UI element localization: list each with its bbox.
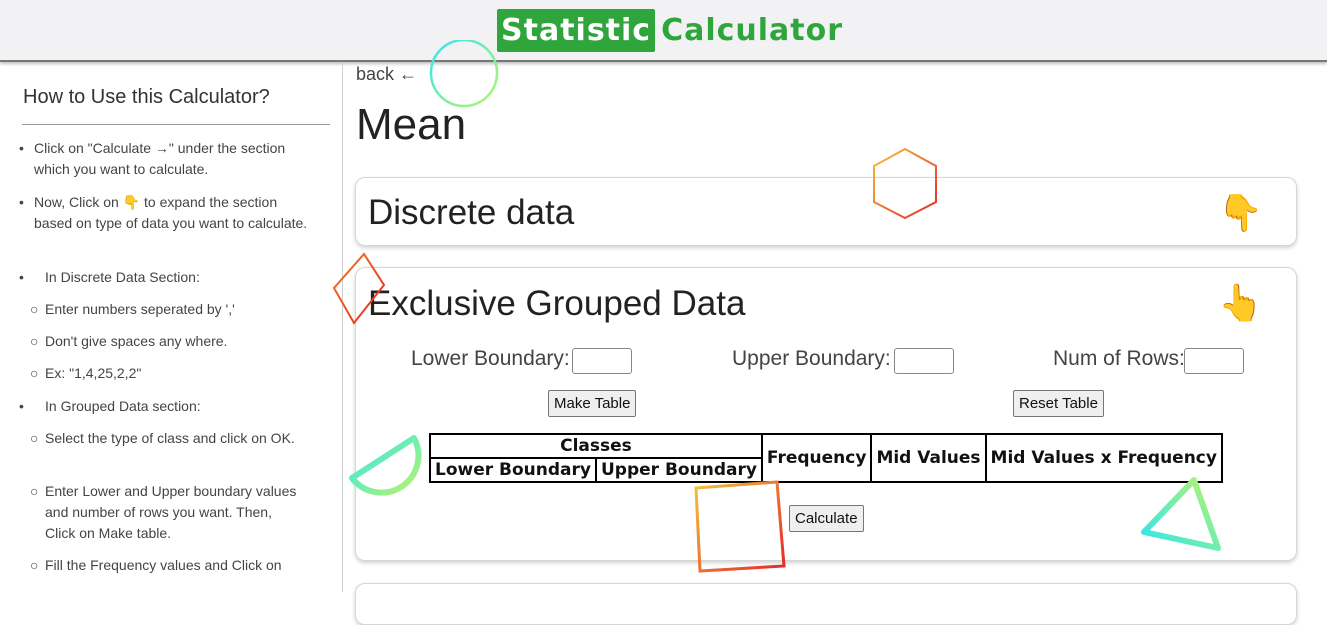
num-rows-label: Num of Rows: (1053, 347, 1185, 370)
frequency-table: Classes Frequency Mid Values Mid Values … (429, 433, 1223, 483)
calculate-button[interactable]: Calculate (789, 505, 864, 532)
sidebar-divider (22, 124, 330, 125)
decorative-diamond-shape (332, 252, 386, 325)
header: Statistic Calculator (0, 0, 1327, 62)
decorative-circle-shape (429, 40, 499, 108)
site-logo[interactable]: Statistic Calculator (497, 7, 843, 53)
lower-boundary-label: Lower Boundary: (411, 347, 570, 370)
list-item: ○ Don't give spaces any where. (30, 333, 228, 349)
frequency-header: Frequency (760, 433, 873, 483)
next-section (355, 583, 1297, 625)
lower-boundary-header: Lower Boundary (429, 457, 597, 483)
upper-boundary-input[interactable] (894, 348, 954, 374)
grouped-data-title: Exclusive Grouped Data (368, 284, 746, 323)
list-item: • In Grouped Data section: (19, 398, 201, 414)
make-table-button[interactable]: Make Table (548, 390, 637, 417)
logo-statistic: Statistic (497, 8, 656, 52)
list-item: ○ Enter Lower and Upper boundary values … (30, 483, 297, 541)
discrete-data-title: Discrete data (368, 193, 575, 232)
mid-values-header: Mid Values (870, 433, 987, 483)
list-item: ○ Fill the Frequency values and Click on (30, 557, 282, 573)
discrete-data-section: Discrete data 👇 (355, 177, 1297, 246)
num-rows-input[interactable] (1184, 348, 1244, 374)
list-item: ○ Ex: "1,4,25,2,2" (30, 365, 142, 381)
list-item: • Click on "Calculate →" under the secti… (19, 140, 286, 177)
sidebar-title: How to Use this Calculator? (23, 86, 270, 108)
list-item: ○ Enter numbers seperated by ',' (30, 301, 235, 317)
upper-boundary-label: Upper Boundary: (732, 347, 891, 370)
expand-hand-down-icon[interactable]: 👇 (1218, 192, 1263, 234)
collapse-hand-up-icon[interactable]: 👆 (1218, 282, 1263, 324)
lower-boundary-input[interactable] (572, 348, 632, 374)
list-item: • In Discrete Data Section: (19, 269, 200, 285)
decorative-triangle-shape (1141, 477, 1221, 551)
logo-calculator: Calculator (661, 12, 844, 48)
classes-header: Classes (429, 433, 763, 459)
decorative-square-shape (694, 480, 786, 573)
list-item: ○ Select the type of class and click on … (30, 430, 295, 446)
decorative-hexagon-shape (873, 147, 937, 220)
help-sidebar: How to Use this Calculator? • Click on "… (0, 62, 343, 592)
list-item: • Now, Click on 👇 to expand the section … (19, 194, 308, 231)
back-link[interactable]: back ← (356, 64, 417, 85)
reset-table-button[interactable]: Reset Table (1013, 390, 1104, 417)
decorative-semicircle-shape (349, 435, 422, 496)
